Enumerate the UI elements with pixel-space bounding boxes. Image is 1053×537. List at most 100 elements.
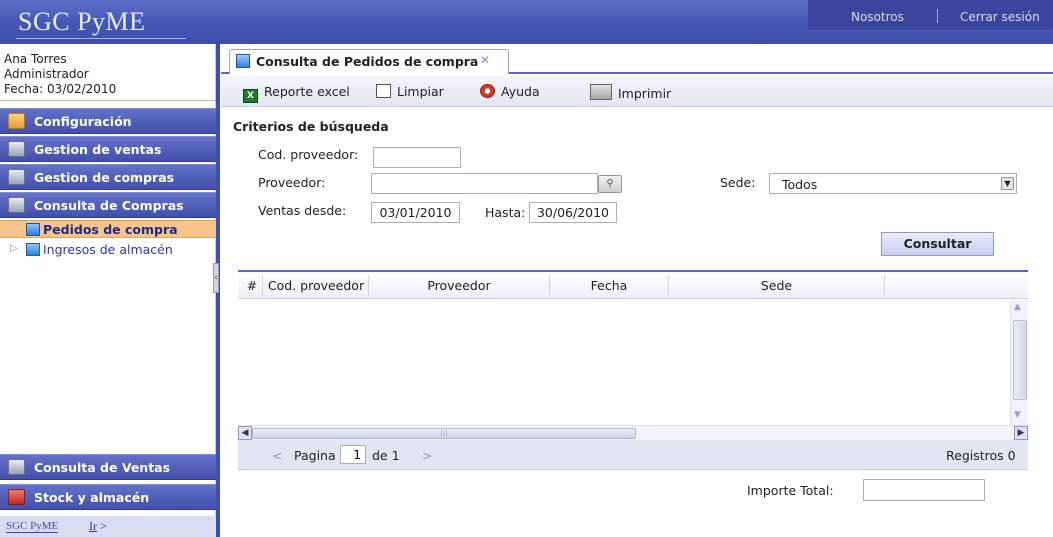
sidebar-subitem-label: Ingresos de almacén: [43, 242, 173, 257]
about-link[interactable]: Nosotros: [851, 10, 904, 24]
supplier-code-input[interactable]: [373, 147, 461, 168]
toolbar: X Reporte excel Limpiar Ayuda Imprimir: [221, 76, 1053, 107]
print-button[interactable]: Imprimir: [590, 84, 671, 101]
search-button[interactable]: Consultar: [881, 232, 994, 256]
scroll-down-icon[interactable]: ▼: [1014, 410, 1021, 420]
box-icon: [8, 169, 25, 185]
total-amount-input[interactable]: [863, 479, 985, 501]
help-button[interactable]: Ayuda: [480, 84, 540, 99]
top-links-bar: Nosotros Cerrar sesión: [808, 0, 1053, 30]
blank-document-icon: [376, 84, 391, 98]
until-input[interactable]: [529, 202, 617, 223]
record-count: Registros 0: [946, 448, 1016, 463]
branch-select[interactable]: Todos ▼: [769, 173, 1017, 194]
supplier-label: Proveedor:: [258, 175, 326, 190]
print-label: Imprimir: [618, 86, 672, 101]
help-label: Ayuda: [501, 84, 540, 99]
horizontal-scrollbar[interactable]: ◀ ||| ▶: [238, 425, 1028, 440]
tab-strip: Consulta de Pedidos de compra ✕: [221, 44, 1053, 74]
go-link-label: Ir: [89, 519, 97, 533]
sidebar-item-consulta-compras[interactable]: Consulta de Compras: [0, 192, 216, 218]
tab-consulta-pedidos[interactable]: Consulta de Pedidos de compra ✕: [229, 49, 509, 74]
next-page-button[interactable]: >: [422, 448, 432, 463]
sidebar-collapse-handle[interactable]: ‹: [213, 263, 219, 293]
divider: [0, 100, 216, 101]
sidebar-footer: SGC PyME Ir >: [0, 516, 216, 537]
close-icon[interactable]: ✕: [480, 53, 490, 67]
stock-icon: [8, 489, 25, 505]
sidebar-item-label: Configuración: [34, 114, 132, 129]
sidebar: Ana Torres Administrador Fecha: 03/02/20…: [0, 44, 216, 537]
sidebar-item-gestion-ventas[interactable]: Gestion de ventas: [0, 136, 216, 162]
scroll-left-icon[interactable]: ◀: [238, 426, 252, 440]
sidebar-subitem-ingresos-almacen[interactable]: ▷ Ingresos de almacén: [0, 241, 216, 259]
folder-icon: [8, 113, 25, 129]
page-label: Pagina: [294, 448, 336, 463]
go-link[interactable]: Ir >: [89, 519, 107, 534]
user-info: Ana Torres Administrador Fecha: 03/02/20…: [4, 52, 116, 97]
sidebar-item-label: Consulta de Compras: [34, 198, 184, 213]
vertical-scrollbar[interactable]: ▲ ▼: [1010, 300, 1028, 425]
expand-arrow-icon[interactable]: ▷: [10, 243, 18, 254]
page-count: de 1: [372, 448, 400, 463]
column-separator: [884, 275, 885, 296]
supplier-code-label: Cod. proveedor:: [258, 147, 359, 162]
sales-from-label: Ventas desde:: [258, 203, 347, 218]
user-name: Ana Torres: [4, 52, 67, 66]
sidebar-item-label: Gestion de compras: [34, 170, 175, 185]
column-separator: [262, 275, 263, 296]
excel-report-label: Reporte excel: [264, 84, 350, 99]
magnifier-icon: [8, 197, 25, 213]
excel-icon: X: [243, 89, 258, 103]
sidebar-item-label: Stock y almacén: [34, 490, 150, 505]
title-underline: [16, 38, 186, 39]
grid-header: # Cod. proveedor Proveedor Fecha Sede: [238, 272, 1028, 299]
supplier-lookup-button[interactable]: ⚲: [598, 175, 622, 193]
clear-label: Limpiar: [397, 84, 444, 99]
scroll-thumb[interactable]: |||: [252, 428, 636, 439]
top-separator: [937, 9, 938, 23]
column-header-branch[interactable]: Sede: [669, 278, 884, 293]
document-icon: [26, 223, 40, 236]
tab-label: Consulta de Pedidos de compra: [256, 54, 479, 69]
column-header-supplier-code[interactable]: Cod. proveedor: [264, 278, 368, 293]
logout-link[interactable]: Cerrar sesión: [960, 10, 1040, 24]
sidebar-item-configuracion[interactable]: Configuración: [0, 108, 216, 134]
scroll-up-icon[interactable]: ▲: [1014, 302, 1021, 312]
sales-from-input[interactable]: [371, 202, 460, 223]
chevron-down-icon: ▼: [1001, 177, 1014, 190]
sidebar-subitem-label: Pedidos de compra: [43, 222, 178, 237]
prev-page-button[interactable]: <: [272, 448, 282, 463]
column-header-number[interactable]: #: [246, 278, 258, 293]
scroll-thumb[interactable]: [1013, 320, 1027, 400]
total-amount-label: Importe Total:: [747, 483, 834, 498]
until-label: Hasta:: [485, 205, 526, 220]
sidebar-item-gestion-compras[interactable]: Gestion de compras: [0, 164, 216, 190]
binoculars-icon: ⚲: [606, 178, 614, 189]
grid-body: [238, 300, 1028, 425]
go-arrow: >: [100, 519, 107, 533]
footer-app-name: SGC PyME: [6, 520, 59, 533]
printer-icon: [590, 84, 612, 100]
supplier-input[interactable]: [371, 173, 598, 194]
sidebar-item-label: Consulta de Ventas: [34, 460, 171, 475]
criteria-title: Criterios de búsqueda: [233, 119, 389, 134]
user-date: Fecha: 03/02/2010: [4, 82, 117, 96]
branch-selected-value: Todos: [782, 177, 818, 192]
sidebar-subitem-pedidos-compra[interactable]: Pedidos de compra: [0, 220, 216, 238]
excel-report-button[interactable]: X Reporte excel: [243, 84, 350, 103]
pagination-bar: < Pagina de 1 > Registros 0: [238, 440, 1028, 470]
column-header-supplier[interactable]: Proveedor: [369, 278, 549, 293]
sidebar-item-consulta-ventas[interactable]: Consulta de Ventas: [0, 454, 216, 480]
sidebar-item-stock-almacen[interactable]: Stock y almacén: [0, 484, 216, 510]
magnifier-icon: [8, 459, 25, 475]
scroll-right-icon[interactable]: ▶: [1014, 426, 1028, 440]
page-number-input[interactable]: [340, 445, 366, 464]
column-header-date[interactable]: Fecha: [550, 278, 668, 293]
clear-button[interactable]: Limpiar: [376, 84, 444, 99]
sidebar-item-label: Gestion de ventas: [34, 142, 162, 157]
document-icon: [26, 243, 40, 256]
results-grid: # Cod. proveedor Proveedor Fecha Sede ▲ …: [238, 270, 1028, 440]
branch-label: Sede:: [720, 175, 756, 190]
user-role: Administrador: [4, 67, 89, 81]
